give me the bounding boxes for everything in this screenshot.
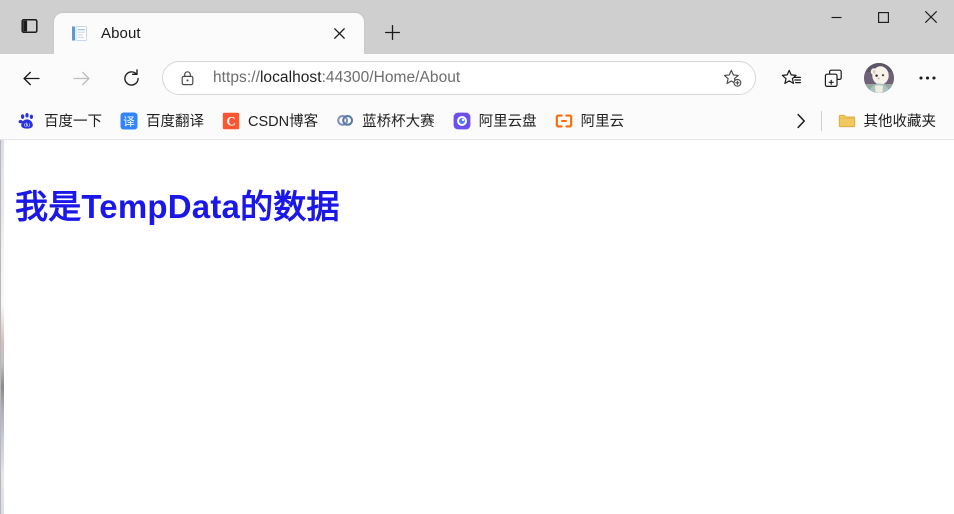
bookmark-label: CSDN博客 <box>248 114 319 130</box>
svg-text:译: 译 <box>123 114 135 128</box>
tab-title: About <box>101 25 141 42</box>
bookmark-lanqiaobei[interactable]: 蓝桥杯大赛 <box>328 107 443 135</box>
forward-button[interactable] <box>64 61 98 95</box>
bookmarks-divider <box>820 110 822 131</box>
bookmark-label: 百度一下 <box>44 114 102 130</box>
favorites-star-icon <box>781 69 801 84</box>
baidu-fanyi-icon: 译 <box>120 112 138 130</box>
favorites-button[interactable] <box>774 61 808 95</box>
lock-icon <box>175 70 199 86</box>
tab-strip: About <box>44 0 813 54</box>
back-button[interactable] <box>14 61 48 95</box>
window-controls <box>813 0 954 54</box>
bookmark-csdn[interactable]: C CSDN博客 <box>214 107 326 135</box>
url-prefix: https:// <box>213 69 260 86</box>
tab-close-icon[interactable] <box>326 21 352 47</box>
page-content: 我是TempData的数据 <box>0 140 954 514</box>
new-tab-button[interactable] <box>376 16 408 48</box>
bookmarks-bar: du 百度一下 译 百度翻译 C CSDN博客 蓝桥杯大赛 阿里云盘 阿里云 其… <box>0 102 954 140</box>
title-bar: About <box>0 0 954 54</box>
arrow-right-icon <box>72 71 90 85</box>
url-host: localhost <box>259 69 322 86</box>
page-title: 我是TempData的数据 <box>15 188 340 225</box>
collections-icon <box>824 69 842 87</box>
address-bar-text: https://localhost:44300/Home/About <box>199 69 719 87</box>
aliyunpan-icon <box>453 112 471 130</box>
reload-icon <box>123 68 139 86</box>
address-bar[interactable]: https://localhost:44300/Home/About <box>162 61 756 95</box>
chevron-right-icon <box>796 113 805 128</box>
bookmark-baidu-fanyi[interactable]: 译 百度翻译 <box>112 107 212 135</box>
browser-window: About https://localhost:44300/Home/About… <box>0 0 954 514</box>
close-icon <box>924 10 937 24</box>
bookmark-label: 其他收藏夹 <box>863 114 937 130</box>
navigation-toolbar: https://localhost:44300/Home/About <box>0 54 954 102</box>
tab-actions-button[interactable] <box>14 12 44 40</box>
svg-text:C: C <box>226 114 235 128</box>
settings-more-button[interactable] <box>910 61 944 95</box>
browser-tab[interactable]: About <box>54 13 364 54</box>
star-plus-icon[interactable] <box>719 65 745 91</box>
bookmark-aliyun[interactable]: 阿里云 <box>547 107 633 135</box>
baidu-paw-icon: du <box>18 112 36 130</box>
profile-avatar-icon <box>864 63 894 93</box>
maximize-button[interactable] <box>860 0 907 34</box>
bookmark-label: 百度翻译 <box>146 114 204 130</box>
reload-button[interactable] <box>114 61 148 95</box>
svg-text:du: du <box>24 122 30 128</box>
bookmark-label: 蓝桥杯大赛 <box>362 114 435 130</box>
bookmark-baidu[interactable]: du 百度一下 <box>10 107 110 135</box>
bookmark-label: 阿里云 <box>580 114 625 130</box>
aliyun-icon <box>555 112 573 130</box>
background-window-sliver <box>1 140 4 514</box>
bookmarks-overflow-button[interactable] <box>787 107 815 135</box>
folder-icon <box>838 112 856 130</box>
arrow-left-icon <box>22 71 40 85</box>
url-suffix: :44300/Home/About <box>321 69 461 86</box>
close-button[interactable] <box>907 0 954 34</box>
document-icon <box>70 24 89 43</box>
tab-actions-icon <box>20 18 38 34</box>
plus-icon <box>384 24 400 40</box>
lanqiaobei-icon <box>336 112 354 130</box>
bookmark-label: 阿里云盘 <box>478 114 537 130</box>
collections-button[interactable] <box>816 61 850 95</box>
csdn-icon: C <box>222 112 240 130</box>
minimize-button[interactable] <box>813 0 860 34</box>
avatar[interactable] <box>864 63 894 93</box>
maximize-icon <box>878 11 889 23</box>
bookmark-aliyunpan[interactable]: 阿里云盘 <box>445 107 545 135</box>
minimize-icon <box>831 16 842 18</box>
more-dots-icon <box>918 76 936 80</box>
bookmark-other-folder[interactable]: 其他收藏夹 <box>830 107 945 135</box>
